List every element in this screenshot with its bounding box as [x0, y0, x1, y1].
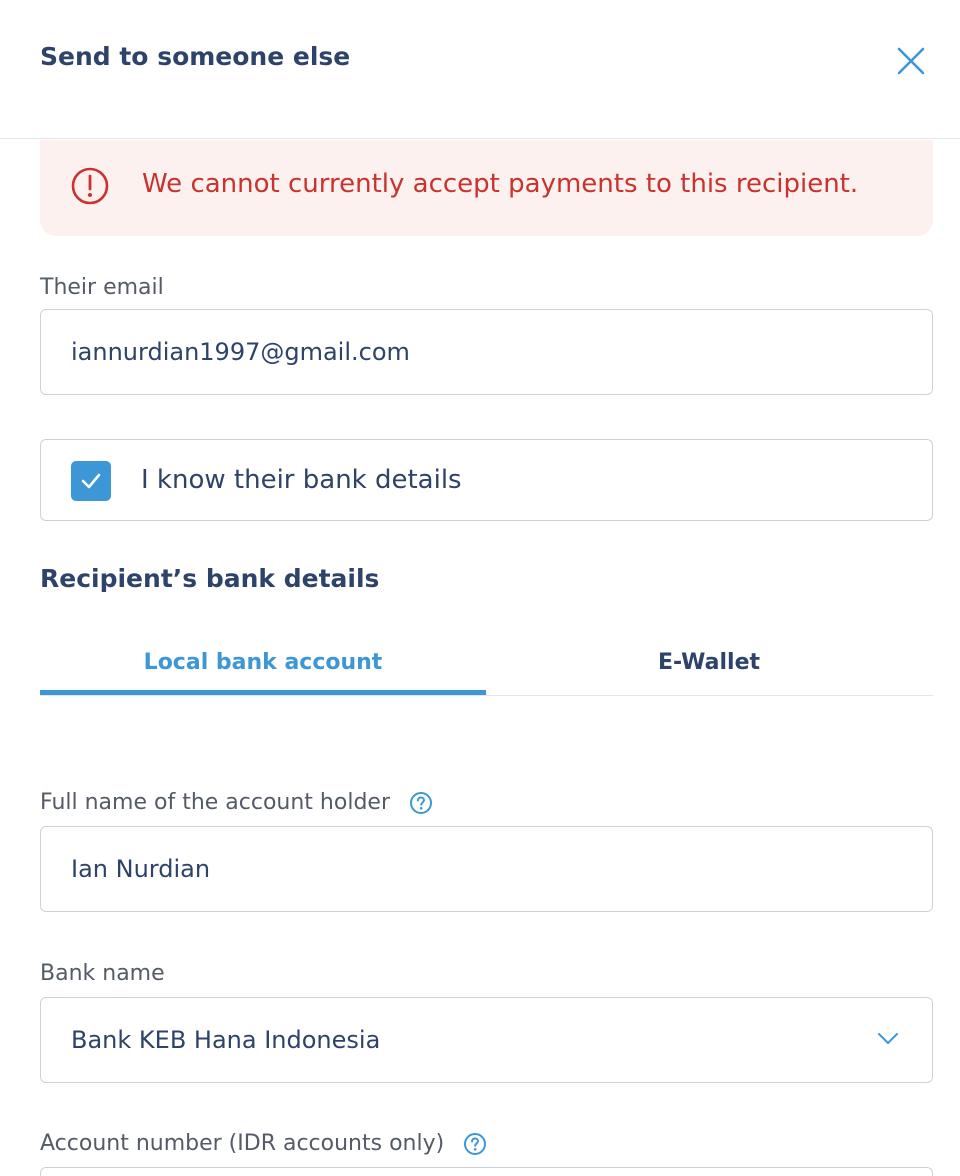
account-holder-label-row: Full name of the account holder	[40, 790, 433, 815]
tab-e-wallet-label: E-Wallet	[657, 649, 761, 675]
bank-details-checkbox[interactable]	[71, 461, 111, 501]
tab-e-wallet[interactable]: E-Wallet	[486, 630, 932, 694]
account-holder-label: Full name of the account holder	[40, 790, 390, 815]
modal-title: Send to someone else	[40, 42, 351, 71]
account-number-label: Account number (IDR accounts only)	[40, 1131, 445, 1156]
chevron-down-icon	[878, 1033, 898, 1044]
bank-name-select[interactable]: Bank KEB Hana Indonesia	[40, 997, 933, 1083]
bank-type-tabs: Local bank account E-Wallet	[40, 630, 933, 696]
check-icon	[81, 473, 101, 489]
close-icon	[897, 47, 925, 75]
account-holder-value: Ian Nurdian	[71, 855, 211, 883]
bank-name-label: Bank name	[40, 961, 165, 986]
email-label: Their email	[40, 275, 164, 300]
error-alert: We cannot currently accept payments to t…	[40, 140, 933, 236]
email-field[interactable]: iannurdian1997@gmail.com	[40, 309, 933, 395]
question-circle-icon[interactable]	[463, 1132, 487, 1156]
tab-local-bank-account-label: Local bank account	[143, 649, 383, 675]
active-tab-indicator	[40, 690, 486, 695]
exclamation-circle-icon	[71, 167, 109, 205]
bank-name-value: Bank KEB Hana Indonesia	[71, 1026, 381, 1054]
close-button[interactable]	[892, 42, 930, 80]
recipient-bank-details-heading: Recipient’s bank details	[40, 564, 380, 593]
alert-message: We cannot currently accept payments to t…	[142, 169, 859, 199]
bank-details-checkbox-label: I know their bank details	[141, 465, 462, 495]
account-holder-field[interactable]: Ian Nurdian	[40, 826, 933, 912]
tab-local-bank-account[interactable]: Local bank account	[40, 630, 486, 694]
modal-header: Send to someone else	[0, 0, 960, 139]
question-circle-icon[interactable]	[409, 791, 433, 815]
bank-details-option[interactable]: I know their bank details	[40, 439, 933, 521]
email-value: iannurdian1997@gmail.com	[71, 338, 410, 366]
account-number-label-row: Account number (IDR accounts only)	[40, 1131, 487, 1156]
account-number-field[interactable]	[40, 1167, 933, 1176]
